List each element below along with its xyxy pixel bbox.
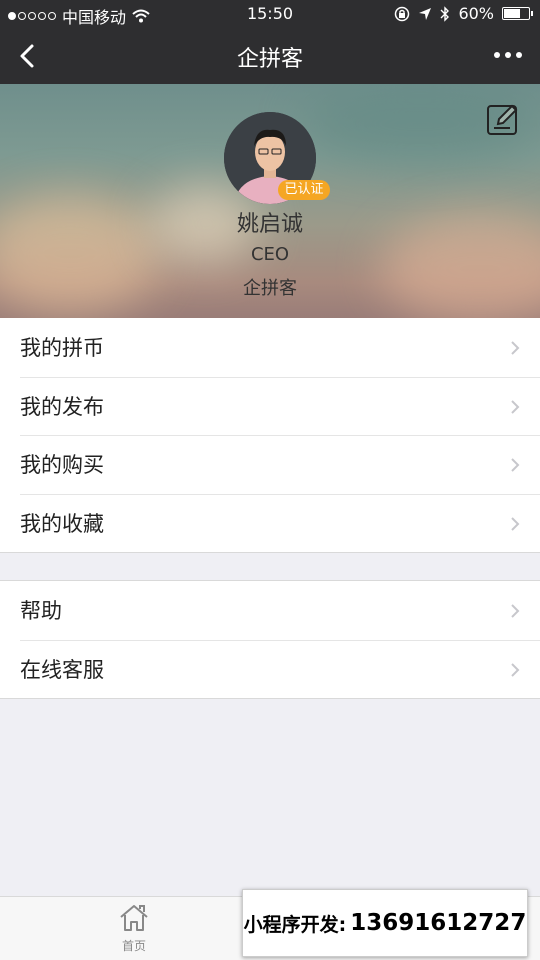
- page-title: 企拼客: [236, 47, 303, 72]
- status-icons: 60%: [394, 4, 533, 23]
- edit-icon[interactable]: [486, 102, 520, 136]
- menu-group-account: 我的拼币 我的发布 我的购买 我的收藏: [0, 318, 540, 553]
- menu-item-purchases[interactable]: 我的购买: [0, 435, 540, 494]
- status-bar: 中国移动 15:50 60%: [0, 0, 540, 28]
- chevron-right-icon: [511, 458, 520, 472]
- chevron-right-icon: [511, 341, 520, 355]
- user-company: 企拼客: [243, 278, 297, 299]
- menu-item-online-service[interactable]: 在线客服: [0, 639, 540, 699]
- navigation-bar: 企拼客: [0, 28, 540, 84]
- menu-item-label: 我的发布: [20, 394, 104, 419]
- promo-label: 小程序开发:: [243, 913, 347, 936]
- profile-header: 已认证 姚启诚 CEO 企拼客: [0, 84, 540, 318]
- menu-group-support: 帮助 在线客服: [0, 580, 540, 699]
- menu-item-favorites[interactable]: 我的收藏: [0, 493, 540, 553]
- menu-item-label: 帮助: [20, 599, 62, 624]
- more-icon[interactable]: [494, 52, 522, 58]
- home-icon: [120, 905, 148, 931]
- chevron-right-icon: [511, 399, 520, 414]
- battery-percent: 60%: [458, 4, 494, 23]
- chevron-right-icon: [511, 662, 520, 677]
- menu-item-label: 我的购买: [20, 453, 104, 478]
- user-name: 姚启诚: [236, 212, 303, 237]
- menu-item-help[interactable]: 帮助: [0, 581, 540, 640]
- promo-phone: 13691612727: [350, 910, 527, 936]
- menu-item-label: 我的收藏: [20, 511, 104, 536]
- tab-home[interactable]: 首页: [104, 903, 164, 954]
- menu-item-coins[interactable]: 我的拼币: [0, 318, 540, 377]
- location-icon: [419, 7, 432, 20]
- menu-item-label: 在线客服: [20, 657, 104, 682]
- battery-fill: [504, 9, 520, 18]
- verified-badge: 已认证: [278, 180, 330, 200]
- promo-banner: 小程序开发: 13691612727: [242, 889, 528, 957]
- tab-home-label: 首页: [121, 939, 146, 953]
- user-role: CEO: [250, 244, 290, 265]
- battery-icon: [502, 7, 533, 20]
- chevron-right-icon: [511, 604, 520, 618]
- chevron-right-icon: [511, 516, 520, 531]
- lock-rotation-icon: [395, 6, 410, 21]
- bluetooth-icon: [440, 5, 450, 22]
- menu-item-label: 我的拼币: [20, 336, 104, 361]
- menu-item-posts[interactable]: 我的发布: [0, 376, 540, 436]
